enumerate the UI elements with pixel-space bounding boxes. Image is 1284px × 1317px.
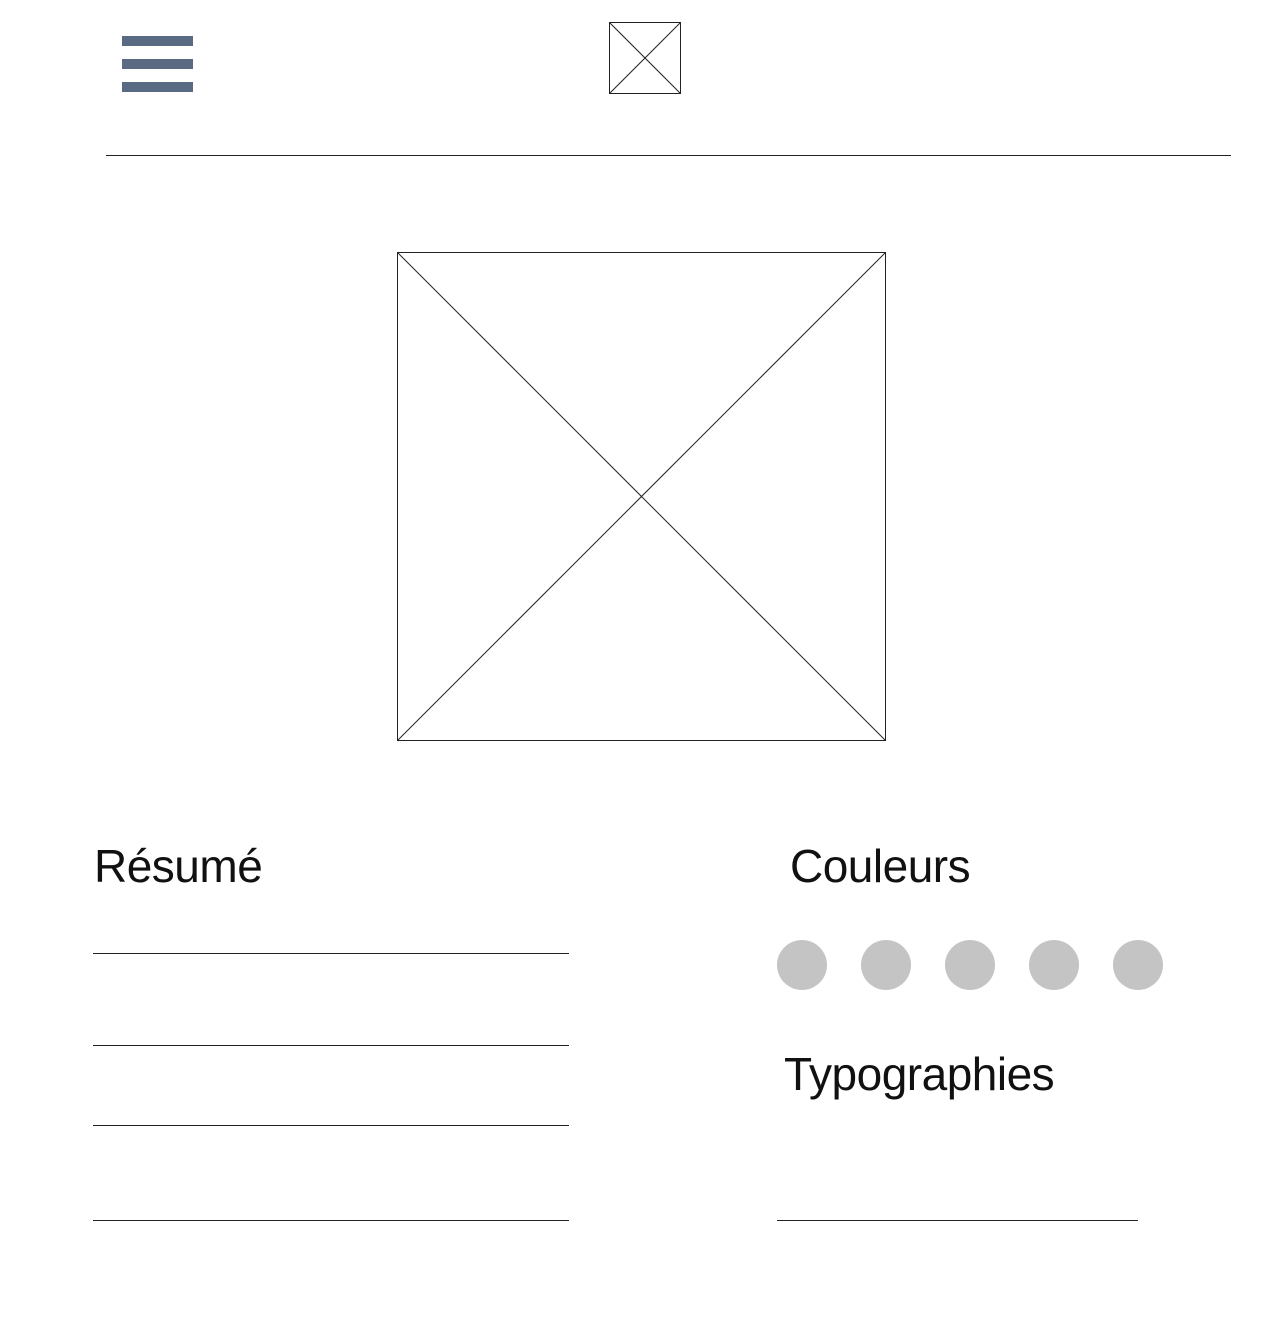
hamburger-menu-icon-bar <box>122 82 193 92</box>
typography-title: Typographies <box>784 1048 1055 1100</box>
colors-title: Couleurs <box>790 840 971 892</box>
resume-text-line <box>93 1220 569 1221</box>
logo-placeholder-icon[interactable] <box>609 22 681 94</box>
hero-image-placeholder-icon <box>397 252 886 741</box>
color-swatch[interactable] <box>1113 940 1163 990</box>
color-swatch[interactable] <box>1029 940 1079 990</box>
resume-text-line <box>93 1125 569 1126</box>
hamburger-menu-icon-bar <box>122 36 193 46</box>
hamburger-menu-icon-bar <box>122 59 193 69</box>
header-divider <box>106 155 1231 156</box>
color-swatch[interactable] <box>861 940 911 990</box>
typography-text-line <box>777 1220 1138 1221</box>
resume-text-line <box>93 953 569 954</box>
menu-button[interactable] <box>122 36 193 92</box>
resume-text-line <box>93 1045 569 1046</box>
resume-title: Résumé <box>94 840 263 892</box>
color-swatch[interactable] <box>945 940 995 990</box>
color-swatch[interactable] <box>777 940 827 990</box>
